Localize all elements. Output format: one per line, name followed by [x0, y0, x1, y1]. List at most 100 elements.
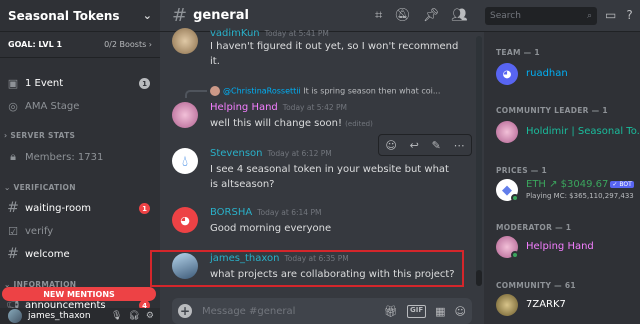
selected-message-highlight [150, 250, 464, 287]
server-header[interactable]: Seasonal Tokens ⌄ [0, 0, 160, 32]
member-activity: Playing MC: $365,110,297,433 [526, 192, 634, 200]
channel-sidebar: Seasonal Tokens ⌄ GOAL: LVL 1 0/2 Boosts… [0, 0, 160, 324]
threads-icon[interactable]: ⌗ [375, 8, 382, 23]
message-text: I haven't figured it out yet, so I won't… [210, 41, 459, 67]
pencil-icon[interactable]: ✎ [432, 139, 441, 152]
header-toolbar: ⌗ 🔕︎ 📌︎ 👥︎ [375, 8, 468, 23]
events-item[interactable]: ▣ 1 Event 1 [0, 73, 160, 93]
reply-author: @ChristinaRossettii [223, 86, 301, 96]
timestamp: Today at 6:14 PM [257, 208, 322, 217]
avatar[interactable] [8, 309, 22, 323]
discord-app: Seasonal Tokens ⌄ GOAL: LVL 1 0/2 Boosts… [0, 0, 640, 324]
mute-icon[interactable]: 🎙︎ [111, 311, 122, 321]
member-item[interactable]: 7ZARK7 [496, 294, 640, 318]
member-item[interactable]: Helping Hand [496, 236, 640, 260]
mention-badge: 1 [139, 203, 150, 214]
timestamp: Today at 5:42 PM [282, 103, 347, 112]
member-group-title: COMMUNITY — 61 [496, 281, 576, 290]
channel-verify[interactable]: ☑ verify [0, 221, 160, 241]
gif-button[interactable]: GIF [406, 304, 427, 318]
boost-count: 0/2 Boosts › [104, 40, 152, 49]
channel-label: waiting-room [25, 202, 91, 214]
channel-welcome[interactable]: # welcome [0, 244, 160, 264]
avatar [210, 86, 220, 96]
channel-waiting-room[interactable]: # waiting-room 1 [0, 198, 160, 218]
events-label: 1 Event [25, 77, 64, 89]
add-reaction-icon[interactable]: ☺ [385, 139, 396, 152]
member-group-title: COMMUNITY LEADER — 1 [496, 106, 608, 115]
stage-channel[interactable]: ◎ AMA Stage [0, 96, 160, 116]
category-verification[interactable]: ⌄ VERIFICATION [0, 183, 160, 192]
avatar[interactable]: 💧︎ [172, 148, 198, 174]
scrollbar-track[interactable] [476, 36, 482, 286]
gear-icon[interactable]: ⚙ [146, 311, 154, 321]
new-mentions-button[interactable]: NEW MENTIONS [2, 287, 156, 301]
boost-goal: GOAL: LVL 1 [8, 40, 63, 49]
reply-preview[interactable]: @ChristinaRossettii It is spring season … [210, 86, 450, 96]
member-name: Holdimir | Seasonal To... [526, 126, 640, 137]
member-item[interactable]: Holdimir | Seasonal To... [496, 121, 640, 145]
hash-icon: # [7, 246, 19, 262]
message-author[interactable]: Helping Hand Today at 5:42 PM [210, 102, 347, 113]
pin-icon[interactable]: 📌︎ [423, 8, 440, 23]
status-online [511, 251, 519, 259]
search-input[interactable]: Search ⌕ [485, 7, 597, 25]
sticker-icon[interactable]: ▦ [435, 305, 445, 318]
bot-badge: ✓ BOT [610, 180, 634, 188]
stage-icon: ◎ [8, 99, 18, 113]
timestamp: Today at 5:41 PM [264, 29, 329, 38]
message-author[interactable]: vadimKun Today at 5:41 PM [210, 28, 329, 39]
member-name: ETH ↗ $3049.67 ✓ BOT [526, 179, 634, 190]
search-placeholder: Search [490, 11, 521, 21]
member-name: 7ZARK7 [526, 299, 566, 310]
member-item[interactable]: ◕ ruadhan [496, 63, 640, 87]
message-hover-toolbar: ☺ ↩ ✎ ⋯ [378, 134, 472, 156]
message-text: Good morning everyone [210, 223, 332, 234]
emoji-icon[interactable]: ☺ [455, 305, 466, 318]
channel-label: welcome [25, 248, 70, 260]
category-server-stats[interactable]: › SERVER STATS [0, 131, 160, 140]
notification-bell-icon[interactable]: 🔕︎ [394, 8, 411, 23]
members-stat-channel[interactable]: 🔒︎ Members: 1731 [0, 147, 160, 167]
help-icon[interactable]: ? [626, 8, 632, 22]
member-item[interactable]: ◆ ETH ↗ $3049.67 ✓ BOT Playing MC: $365,1… [496, 179, 640, 203]
message-composer[interactable]: + Message #general 🎁︎ GIF ▦ ☺ [172, 298, 472, 324]
user-panel-name: james_thaxon [28, 311, 91, 321]
status-online [511, 194, 519, 202]
member-list: TEAM — 1 ◕ ruadhan COMMUNITY LEADER — 1 … [484, 32, 640, 324]
boost-goal-bar[interactable]: GOAL: LVL 1 0/2 Boosts › [0, 32, 160, 58]
reply-text: It is spring season then what coi... [303, 86, 441, 96]
edited-tag: (edited) [345, 120, 373, 128]
message-author[interactable]: BORSHA Today at 6:14 PM [210, 207, 321, 218]
reply-icon[interactable]: ↩ [410, 139, 419, 152]
server-name: Seasonal Tokens [8, 8, 120, 23]
discord-logo-icon[interactable]: ◕ [172, 207, 198, 233]
channel-label: verify [25, 225, 54, 237]
message-input[interactable]: Message #general [202, 306, 295, 317]
member-list-icon[interactable]: 👥︎ [451, 8, 468, 23]
members-stat-label: Members: 1731 [25, 151, 104, 163]
headphones-icon[interactable]: 🎧︎ [128, 311, 139, 321]
avatar [496, 121, 518, 143]
gift-icon[interactable]: 🎁︎ [384, 305, 398, 318]
timestamp: Today at 6:12 PM [267, 149, 332, 158]
message-text: well this will change soon! (edited) [210, 118, 373, 129]
member-group-title: TEAM — 1 [496, 48, 540, 57]
hash-icon: # [172, 5, 188, 26]
search-icon: ⌕ [586, 11, 592, 21]
user-panel: james_thaxon 🎙︎ 🎧︎ ⚙ [0, 308, 160, 324]
member-group-title: PRICES — 1 [496, 166, 548, 175]
member-name: ruadhan [526, 68, 568, 79]
scrollbar-thumb[interactable] [476, 270, 482, 286]
inbox-icon[interactable]: ▭ [605, 8, 616, 22]
lock-icon: 🔒︎ [10, 150, 16, 163]
more-icon[interactable]: ⋯ [454, 139, 465, 152]
message-author[interactable]: Stevenson Today at 6:12 PM [210, 148, 332, 159]
member-group-title: MODERATOR — 1 [496, 223, 572, 232]
plus-icon[interactable]: + [178, 304, 192, 318]
avatar[interactable] [172, 28, 198, 54]
channel-title: general [193, 8, 249, 23]
chevron-down-icon[interactable]: ⌄ [143, 9, 152, 22]
message-text: I see 4 seasonal token in your website b… [210, 164, 449, 190]
avatar[interactable] [172, 102, 198, 128]
